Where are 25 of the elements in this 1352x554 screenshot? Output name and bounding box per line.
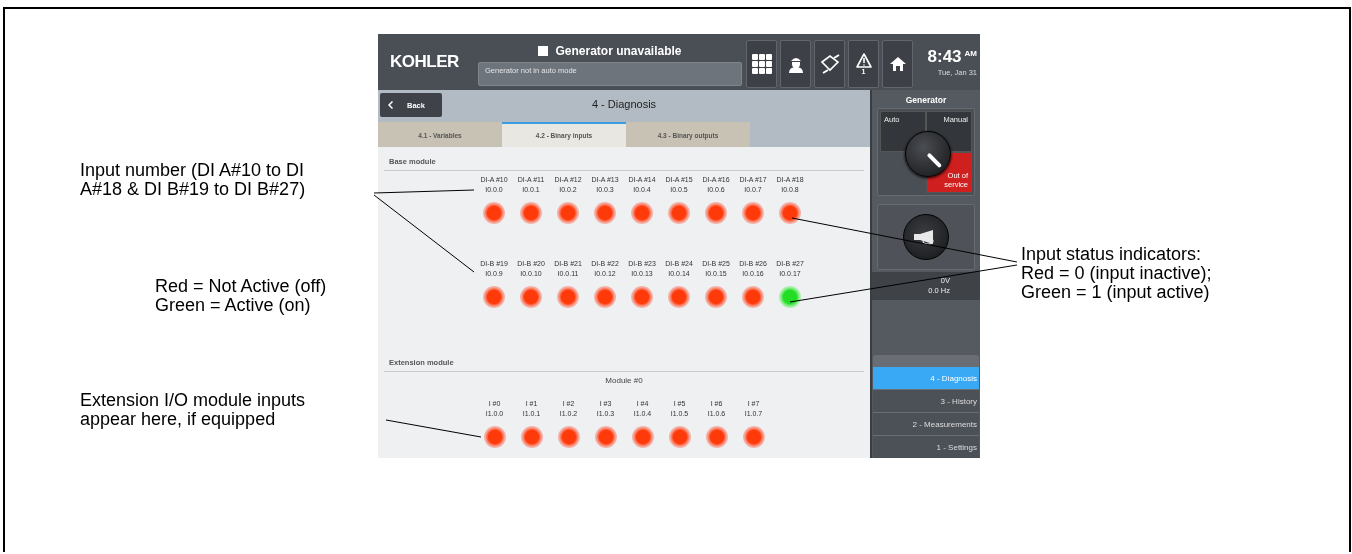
callout-text: Input number (DI A#10 to DI A#18 & DI B#19 to DI B#27) [80, 161, 306, 199]
generator-title: Generator [905, 95, 947, 105]
menu-item[interactable]: 1 - Settings [873, 436, 979, 458]
menu-item[interactable]: 2 - Measurements [873, 413, 979, 435]
status-title: Generator unavailable [555, 43, 682, 58]
grid-icon [751, 54, 772, 74]
menu-item[interactable]: 3 - History [873, 390, 979, 412]
callout-text: Extension I/O module inputs appear here, if equipped [80, 391, 306, 429]
page-title: 4 - Diagnosis [590, 98, 658, 110]
dashboard-button[interactable] [746, 40, 777, 88]
home-button[interactable] [882, 40, 913, 88]
chevron-left-icon [388, 101, 393, 109]
horn-button[interactable] [903, 214, 949, 260]
user-button[interactable] [780, 40, 811, 88]
clock-ampm: AM [964, 49, 977, 58]
callout-text: Input status indicators: Red = 0 (input inactive); Green = 1 (input active) [1021, 245, 1212, 302]
module-title: Module #0 [605, 376, 643, 386]
warning-icon [855, 52, 872, 68]
status-square-icon [538, 45, 549, 56]
logo: KOHLER [390, 52, 460, 72]
service-button[interactable] [814, 40, 845, 88]
person-icon [788, 55, 803, 73]
home-icon [889, 56, 906, 72]
callout-text: Red = Not Active (off) Green = Active (on) [155, 277, 327, 315]
clock-time: 8:43 [927, 47, 962, 67]
